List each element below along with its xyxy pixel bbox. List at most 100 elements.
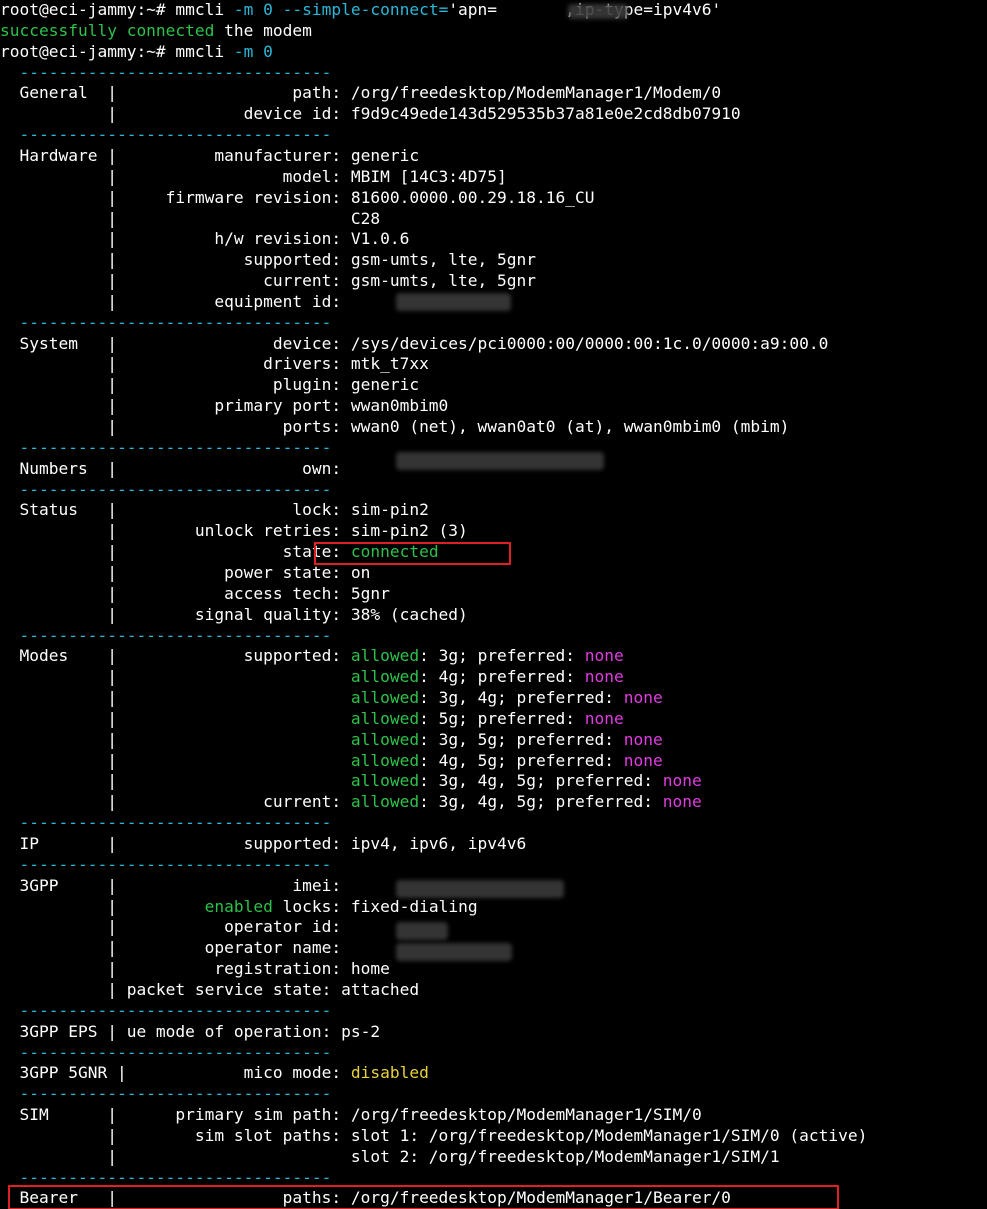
terminal-text-segment: | drivers: mtk_t7xx: [0, 354, 429, 374]
terminal-line: | model: MBIM [14C3:4D75]: [0, 166, 507, 187]
terminal-text-segment: |: [0, 667, 351, 687]
terminal-text-segment: : 4g, 5g; preferred:: [419, 750, 624, 770]
terminal-text-segment: allowed: [350, 750, 420, 770]
terminal-text-segment: 3GPP 5GNR | mico mode:: [0, 1063, 351, 1083]
terminal-text-segment: --------------------------------: [0, 125, 332, 145]
terminal-line: | allowed: 4g; preferred: none: [0, 666, 624, 687]
terminal-line: | device id: f9d9c49ede143d529535b37a81e…: [0, 103, 741, 124]
terminal-line: root@eci-jammy:~# mmcli -m 0: [0, 41, 273, 62]
terminal-text-segment: none: [662, 792, 702, 812]
terminal-text-segment: | device id: f9d9c49ede143d529535b37a81e…: [0, 104, 741, 124]
terminal-text-segment: | power state: on: [0, 562, 371, 582]
terminal-line: IP | supported: ipv4, ipv6, ipv4v6: [0, 833, 526, 854]
terminal-text-segment: | sim slot paths: slot 1: /org/freedeskt…: [0, 1125, 868, 1145]
terminal-text-segment: enabled: [204, 896, 273, 916]
terminal-text-segment: Numbers | own:: [0, 458, 342, 478]
terminal-line: | current: allowed: 3g, 4g, 5g; preferre…: [0, 791, 702, 812]
redacted-equipment-id: [396, 293, 511, 311]
terminal-line: | plugin: generic: [0, 374, 419, 395]
terminal-line: | sim slot paths: slot 1: /org/freedeskt…: [0, 1125, 867, 1146]
terminal-text-segment: | slot 2: /org/freedesktop/ModemManager1…: [0, 1146, 780, 1166]
terminal-line: Numbers | own:: [0, 458, 341, 479]
terminal-text-segment: -m 0: [233, 41, 273, 61]
terminal-text-segment: --------------------------------: [0, 625, 332, 645]
terminal-line: | allowed: 3g, 4g, 5g; preferred: none: [0, 770, 702, 791]
terminal-text-segment: : 3g, 4g; preferred:: [419, 688, 624, 708]
terminal-text-segment: | operator name:: [0, 938, 342, 958]
redacted-own-number: [396, 452, 604, 470]
terminal-window[interactable]: root@eci-jammy:~# mmcli -m 0 --simple-co…: [0, 0, 987, 1209]
terminal-line: | supported: gsm-umts, lte, 5gnr: [0, 249, 536, 270]
terminal-line: 3GPP | imei:: [0, 875, 341, 896]
terminal-line: System | device: /sys/devices/pci0000:00…: [0, 333, 828, 354]
terminal-text-segment: allowed: [350, 729, 420, 749]
terminal-text-segment: --------------------------------: [0, 854, 332, 874]
terminal-line: Status | lock: sim-pin2: [0, 499, 429, 520]
terminal-text-segment: none: [584, 708, 624, 728]
terminal-text-segment: | access tech: 5gnr: [0, 583, 390, 603]
terminal-text-segment: | current: gsm-umts, lte, 5gnr: [0, 271, 537, 291]
terminal-text-segment: Status | lock: sim-pin2: [0, 500, 429, 520]
terminal-text-segment: none: [662, 771, 702, 791]
terminal-text-segment: Hardware | manufacturer: generic: [0, 145, 420, 165]
terminal-text-segment: System | device: /sys/devices/pci0000:00…: [0, 333, 829, 353]
terminal-line: --------------------------------: [0, 1000, 331, 1021]
terminal-line: | current: gsm-umts, lte, 5gnr: [0, 270, 536, 291]
terminal-text-segment: | operator id:: [0, 917, 342, 937]
terminal-text-segment: --------------------------------: [0, 1000, 332, 1020]
terminal-line: --------------------------------: [0, 854, 331, 875]
terminal-line: --------------------------------: [0, 625, 331, 646]
terminal-line: | access tech: 5gnr: [0, 583, 390, 604]
terminal-text-segment: --------------------------------: [0, 312, 332, 332]
terminal-text-segment: allowed: [350, 771, 420, 791]
terminal-line: --------------------------------: [0, 124, 331, 145]
terminal-line: Modes | supported: allowed: 3g; preferre…: [0, 645, 624, 666]
terminal-text-segment: |: [0, 896, 205, 916]
terminal-text-segment: : 3g, 5g; preferred:: [419, 729, 624, 749]
terminal-text-segment: | current:: [0, 792, 351, 812]
terminal-text-segment: | registration: home: [0, 959, 390, 979]
terminal-text-segment: allowed: [350, 688, 420, 708]
terminal-text-segment: allowed: [350, 792, 420, 812]
terminal-line: | allowed: 5g; preferred: none: [0, 708, 624, 729]
redacted-imei: [396, 880, 564, 898]
terminal-text-segment: |: [0, 729, 351, 749]
terminal-text-segment: : 4g; preferred:: [419, 667, 585, 687]
terminal-line: --------------------------------: [0, 312, 331, 333]
terminal-line: --------------------------------: [0, 1083, 331, 1104]
terminal-line: 3GPP EPS | ue mode of operation: ps-2: [0, 1021, 380, 1042]
terminal-line: | allowed: 4g, 5g; preferred: none: [0, 750, 663, 771]
terminal-line: --------------------------------: [0, 62, 331, 83]
terminal-line: | enabled locks: fixed-dialing: [0, 896, 477, 917]
terminal-line: | drivers: mtk_t7xx: [0, 353, 429, 374]
terminal-text-segment: : 3g, 4g, 5g; preferred:: [419, 792, 663, 812]
redacted-operator-name: [396, 943, 512, 961]
terminal-text-segment: General | path: /org/freedesktop/ModemMa…: [0, 83, 722, 103]
redacted-apn: [568, 4, 628, 19]
terminal-text-segment: | equipment id:: [0, 291, 342, 311]
terminal-text-segment: 3GPP EPS | ue mode of operation: ps-2: [0, 1021, 381, 1041]
terminal-text-segment: allowed: [350, 708, 420, 728]
bearer-highlight-box: [8, 1185, 839, 1209]
terminal-text-segment: |: [0, 750, 351, 770]
terminal-line: | C28: [0, 208, 380, 229]
terminal-line: --------------------------------: [0, 479, 331, 500]
state-highlight-box: [314, 542, 511, 565]
terminal-line: | operator id:: [0, 916, 341, 937]
terminal-line: | h/w revision: V1.0.6: [0, 228, 409, 249]
terminal-text-segment: none: [584, 646, 624, 666]
terminal-text-segment: --------------------------------: [0, 479, 332, 499]
redacted-operator-id: [396, 922, 448, 940]
terminal-text-segment: --------------------------------: [0, 437, 332, 457]
terminal-text-segment: none: [623, 729, 663, 749]
terminal-text-segment: | packet service state: attached: [0, 979, 420, 999]
terminal-text-segment: root@eci-jammy:~# mmcli: [0, 41, 234, 61]
terminal-line: | equipment id:: [0, 291, 341, 312]
terminal-text-segment: | firmware revision: 81600.0000.00.29.18…: [0, 187, 595, 207]
terminal-text-segment: none: [623, 750, 663, 770]
terminal-text-segment: | h/w revision: V1.0.6: [0, 229, 410, 249]
terminal-text-segment: none: [584, 667, 624, 687]
terminal-line: General | path: /org/freedesktop/ModemMa…: [0, 82, 721, 103]
terminal-text-segment: the modem: [214, 20, 312, 40]
terminal-text-segment: root@eci-jammy:~# mmcli: [0, 0, 234, 19]
